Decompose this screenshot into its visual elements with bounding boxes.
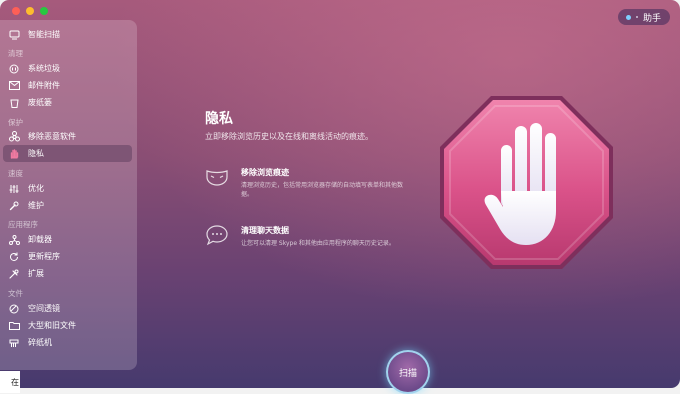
- section-title-protection: 保护: [8, 118, 23, 127]
- sidebar-item-label: 大型和旧文件: [28, 321, 76, 330]
- app-window: 助手 智能扫描 清理 系统垃圾 邮件附件 废纸篓 保护 移除恶意软件 隐私 速度…: [0, 0, 680, 388]
- chat-bubble-icon: [205, 224, 229, 246]
- sidebar-item-smart-scan[interactable]: 智能扫描: [3, 26, 132, 43]
- background-app-text: 在: [11, 378, 19, 387]
- sidebar-item-label: 维护: [28, 201, 44, 210]
- sidebar-item-label: 系统垃圾: [28, 64, 60, 73]
- sliders-icon: [8, 183, 20, 195]
- feature-desc-chat: 让您可以清理 Skype 和其他由应用程序的聊天历史记录。: [241, 240, 395, 247]
- sidebar-item-updater[interactable]: 更新程序: [3, 248, 132, 265]
- minimize-window-button[interactable]: [26, 7, 34, 15]
- page-subtitle: 立即移除浏览历史以及在线和离线活动的痕迹。: [205, 132, 373, 141]
- feature-desc-browsing: 清理浏览历史，包括常用浏览器存储的自动填写表单和其他数据。: [241, 182, 404, 198]
- feature-title-chat: 清理聊天数据: [241, 226, 289, 235]
- trash-circle-icon: [8, 63, 20, 75]
- sidebar-item-label: 卸载器: [28, 235, 52, 244]
- biohazard-icon: [8, 131, 20, 143]
- sidebar-item-system-junk[interactable]: 系统垃圾: [3, 60, 132, 77]
- sidebar-item-mail-attachments[interactable]: 邮件附件: [3, 77, 132, 94]
- section-title-speed: 速度: [8, 169, 23, 178]
- sidebar-item-large-old-files[interactable]: 大型和旧文件: [3, 317, 132, 334]
- sidebar-item-label: 碎纸机: [28, 338, 52, 347]
- close-window-button[interactable]: [12, 7, 20, 15]
- sidebar-item-privacy[interactable]: 隐私: [3, 145, 132, 162]
- wrench-icon: [8, 200, 20, 212]
- extension-icon: [8, 268, 20, 280]
- assistant-button[interactable]: 助手: [617, 9, 670, 25]
- sidebar-item-space-lens[interactable]: 空间透镜: [3, 300, 132, 317]
- assistant-separator: [635, 16, 638, 18]
- stop-hand-icon: [437, 93, 616, 272]
- sidebar-item-label: 智能扫描: [28, 30, 60, 39]
- shredder-icon: [8, 337, 20, 349]
- sidebar-item-label: 优化: [28, 184, 44, 193]
- bin-icon: [8, 97, 20, 109]
- section-title-files: 文件: [8, 289, 23, 298]
- sidebar-item-label: 废纸篓: [28, 98, 52, 107]
- sidebar-item-label: 扩展: [28, 269, 44, 278]
- scan-button[interactable]: 扫描: [386, 350, 430, 394]
- zoom-window-button[interactable]: [40, 7, 48, 15]
- sidebar-item-malware-removal[interactable]: 移除恶意软件: [3, 128, 132, 145]
- mask-icon: [205, 167, 229, 189]
- update-icon: [8, 251, 20, 263]
- window-controls: [12, 7, 48, 15]
- monitor-icon: [8, 29, 20, 41]
- hand-icon: [8, 148, 20, 160]
- folder-icon: [8, 320, 20, 332]
- envelope-icon: [8, 80, 20, 92]
- assistant-status-dot: [625, 14, 631, 20]
- section-title-applications: 应用程序: [8, 220, 38, 229]
- uninstaller-icon: [8, 234, 20, 246]
- sidebar-item-shredder[interactable]: 碎纸机: [3, 334, 132, 351]
- sidebar-item-uninstaller[interactable]: 卸载器: [3, 231, 132, 248]
- sidebar-item-label: 移除恶意软件: [28, 132, 76, 141]
- feature-title-browsing: 移除浏览痕迹: [241, 168, 289, 177]
- page-title: 隐私: [205, 111, 233, 127]
- assistant-label: 助手: [642, 13, 661, 24]
- sidebar: 智能扫描 清理 系统垃圾 邮件附件 废纸篓 保护 移除恶意软件 隐私 速度 优化: [0, 20, 137, 370]
- sidebar-item-maintenance[interactable]: 维护: [3, 197, 132, 214]
- section-title-cleanup: 清理: [8, 49, 23, 58]
- sidebar-item-trash-bins[interactable]: 废纸篓: [3, 94, 132, 111]
- sidebar-item-label: 空间透镜: [28, 304, 60, 313]
- sidebar-item-label: 邮件附件: [28, 81, 60, 90]
- sidebar-item-optimization[interactable]: 优化: [3, 180, 132, 197]
- sidebar-item-label: 更新程序: [28, 252, 60, 261]
- lens-icon: [8, 303, 20, 315]
- sidebar-item-label: 隐私: [28, 149, 44, 158]
- sidebar-item-extensions[interactable]: 扩展: [3, 265, 132, 282]
